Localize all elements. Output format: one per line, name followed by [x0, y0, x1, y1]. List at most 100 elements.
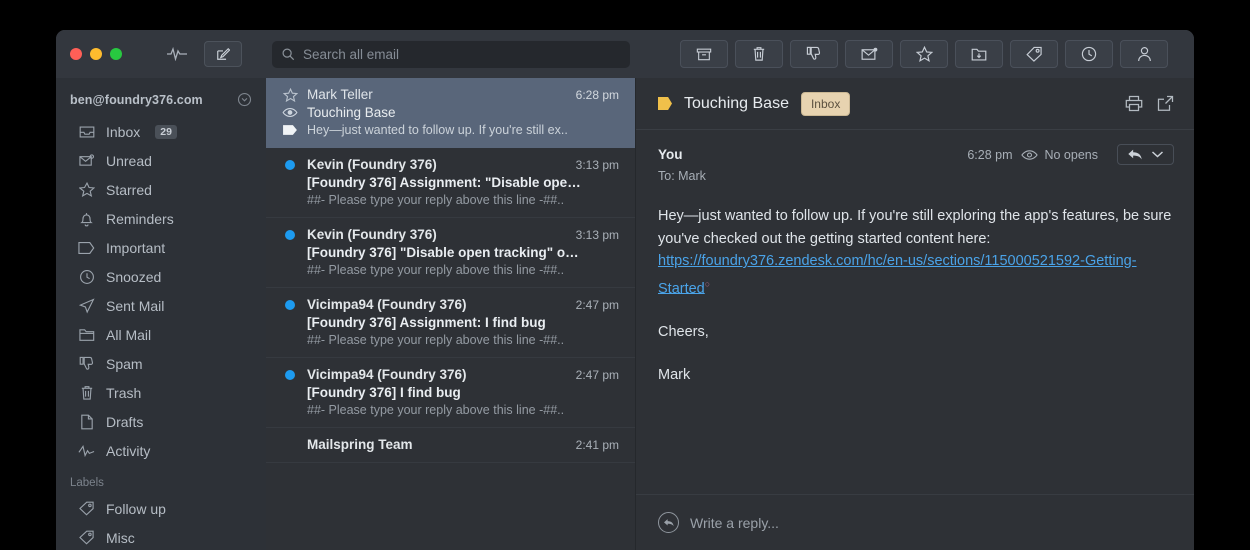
- envelope-unread-icon: [78, 152, 95, 169]
- popout-icon[interactable]: [1157, 95, 1174, 112]
- person-icon: [1137, 47, 1151, 62]
- sidebar-item-label: Inbox: [106, 123, 141, 140]
- chevron-down-icon[interactable]: [1151, 150, 1164, 159]
- sidebar-item-label: Spam: [106, 355, 143, 372]
- list-sender: Mailspring Team: [307, 437, 413, 452]
- sidebar-item-reminders[interactable]: Reminders: [56, 204, 266, 233]
- eye-icon: [1021, 149, 1039, 161]
- list-subject: [Foundry 376] Assignment: "Disable ope…: [307, 175, 581, 190]
- list-time: 3:13 pm: [575, 157, 619, 172]
- table-row[interactable]: Kevin (Foundry 376) 3:13 pm [Foundry 376…: [266, 218, 635, 288]
- eye-icon: [282, 107, 298, 118]
- table-row[interactable]: Mark Teller 6:28 pm Touching Base Hey—ju…: [266, 78, 635, 148]
- thumbs-down-icon: [806, 46, 821, 60]
- app-body: ben@foundry376.com Inbox 29 Unread Starr…: [56, 78, 1194, 550]
- list-subject: [Foundry 376] Assignment: I find bug: [307, 315, 546, 330]
- sidebar-item-trash[interactable]: Trash: [56, 378, 266, 407]
- envelope-unread-icon: [861, 47, 877, 60]
- star-button[interactable]: [900, 40, 948, 68]
- sidebar-item-label: Starred: [106, 181, 152, 198]
- sidebar: ben@foundry376.com Inbox 29 Unread Starr…: [56, 78, 266, 550]
- archive-button[interactable]: [680, 40, 728, 68]
- activity-pulse-icon[interactable]: [164, 42, 190, 66]
- sidebar-item-important[interactable]: Important: [56, 233, 266, 262]
- search-placeholder: Search all email: [303, 46, 400, 62]
- link-marker-icon: ○: [704, 278, 711, 289]
- star-icon: [78, 181, 95, 198]
- table-row[interactable]: Mailspring Team 2:41 pm: [266, 428, 635, 463]
- sidebar-item-inbox[interactable]: Inbox 29: [56, 117, 266, 146]
- list-sender: Vicimpa94 (Foundry 376): [307, 297, 467, 312]
- list-time: 6:28 pm: [575, 87, 619, 102]
- trash-icon: [78, 384, 95, 401]
- list-subject: [Foundry 376] "Disable open tracking" o…: [307, 245, 579, 260]
- mark-unread-button[interactable]: [845, 40, 893, 68]
- sidebar-item-all-mail[interactable]: All Mail: [56, 320, 266, 349]
- message-header: You 6:28 pm No opens To: Mark: [636, 130, 1194, 193]
- reply-circle-icon[interactable]: [658, 512, 679, 533]
- compose-button[interactable]: [204, 41, 242, 67]
- zoom-window-button[interactable]: [110, 48, 122, 60]
- list-snippet: ##- Please type your reply above this li…: [307, 403, 565, 417]
- list-snippet: Hey—just wanted to follow up. If you're …: [307, 123, 568, 137]
- chevron-down-circle-icon[interactable]: [237, 92, 252, 107]
- table-row[interactable]: Kevin (Foundry 376) 3:13 pm [Foundry 376…: [266, 148, 635, 218]
- titlebar: Search all email: [56, 30, 1194, 78]
- close-window-button[interactable]: [70, 48, 82, 60]
- traffic-lights[interactable]: [70, 48, 122, 60]
- document-icon: [78, 413, 95, 430]
- tag-icon: [1025, 46, 1042, 62]
- getting-started-link[interactable]: https://foundry376.zendesk.com/hc/en-us/…: [658, 253, 1137, 296]
- message-time: 6:28 pm: [967, 147, 1013, 162]
- message-recipient: To: Mark: [658, 169, 706, 183]
- move-to-folder-button[interactable]: [955, 40, 1003, 68]
- sidebar-item-snoozed[interactable]: Snoozed: [56, 262, 266, 291]
- titlebar-left: [56, 30, 266, 78]
- table-row[interactable]: Vicimpa94 (Foundry 376) 2:47 pm [Foundry…: [266, 358, 635, 428]
- sidebar-item-sent-mail[interactable]: Sent Mail: [56, 291, 266, 320]
- sidebar-item-starred[interactable]: Starred: [56, 175, 266, 204]
- spam-button[interactable]: [790, 40, 838, 68]
- tag-button[interactable]: [1010, 40, 1058, 68]
- star-outline-icon[interactable]: [282, 87, 298, 102]
- message-paragraph-3: Mark: [658, 367, 691, 384]
- message-sender: You: [658, 147, 683, 162]
- sidebar-item-drafts[interactable]: Drafts: [56, 407, 266, 436]
- reply-bar[interactable]: Write a reply...: [636, 494, 1194, 550]
- list-time: 3:13 pm: [575, 227, 619, 242]
- clock-icon: [78, 268, 95, 285]
- sidebar-item-label: Misc: [106, 529, 135, 546]
- reading-pane-header: Touching Base Inbox: [636, 78, 1194, 130]
- search-input[interactable]: Search all email: [272, 40, 630, 68]
- open-tracking-status: No opens: [1021, 148, 1098, 162]
- printer-icon[interactable]: [1125, 95, 1143, 112]
- unread-dot: [282, 229, 298, 240]
- table-row[interactable]: Vicimpa94 (Foundry 376) 2:47 pm [Foundry…: [266, 288, 635, 358]
- reading-pane-actions: [1125, 95, 1174, 112]
- account-switcher[interactable]: ben@foundry376.com: [56, 86, 266, 117]
- tag-filled-icon: [658, 97, 672, 110]
- contact-button[interactable]: [1120, 40, 1168, 68]
- thumbs-down-icon: [78, 355, 95, 372]
- message-list[interactable]: Mark Teller 6:28 pm Touching Base Hey—ju…: [266, 78, 636, 550]
- sidebar-label-follow-up[interactable]: Follow up: [56, 494, 266, 523]
- reply-arrow-icon[interactable]: [1127, 148, 1143, 161]
- message-paragraph-1: Hey—just wanted to follow up. If you're …: [658, 205, 1172, 300]
- list-sender: Kevin (Foundry 376): [307, 227, 437, 242]
- list-sender: Vicimpa94 (Foundry 376): [307, 367, 467, 382]
- snooze-button[interactable]: [1065, 40, 1113, 68]
- tag-outline-icon: [78, 239, 95, 256]
- trash-button[interactable]: [735, 40, 783, 68]
- unread-dot: [282, 159, 298, 170]
- unread-dot: [282, 299, 298, 310]
- sidebar-label-misc[interactable]: Misc: [56, 523, 266, 550]
- sidebar-item-unread[interactable]: Unread: [56, 146, 266, 175]
- labels-section-header: Labels: [70, 477, 104, 489]
- reading-pane: Touching Base Inbox You 6:28 pm No opens…: [636, 78, 1194, 550]
- sidebar-item-activity[interactable]: Activity: [56, 436, 266, 465]
- minimize-window-button[interactable]: [90, 48, 102, 60]
- sidebar-item-label: All Mail: [106, 326, 152, 343]
- reply-dropdown[interactable]: [1117, 144, 1174, 165]
- tag-filled-icon: [282, 124, 298, 136]
- sidebar-item-spam[interactable]: Spam: [56, 349, 266, 378]
